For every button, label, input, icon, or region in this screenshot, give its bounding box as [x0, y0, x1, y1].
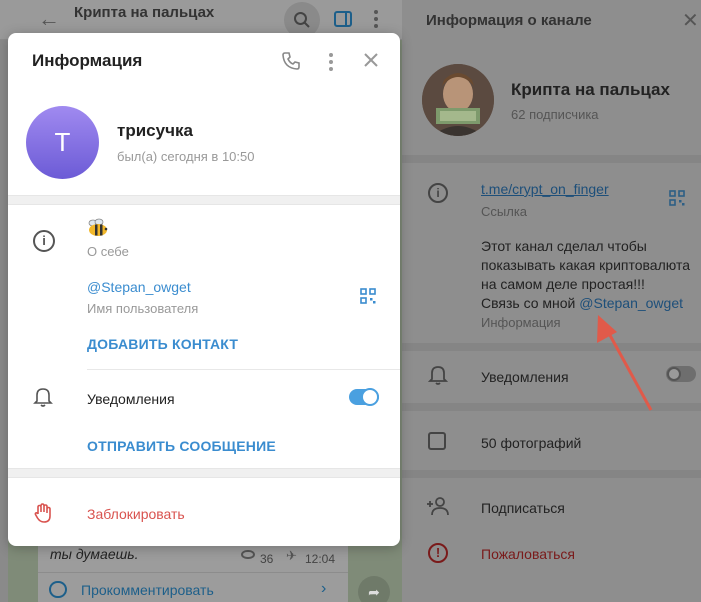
info-icon: i [33, 230, 55, 252]
channel-link[interactable]: t.me/crypt_on_finger [481, 181, 609, 197]
share-button[interactable]: ➦ [358, 576, 390, 602]
user-status: был(а) сегодня в 10:50 [117, 149, 255, 164]
more-menu-icon[interactable] [374, 10, 378, 31]
channel-notifications-label: Уведомления [481, 369, 569, 385]
comment-button[interactable]: Прокомментировать [81, 582, 214, 598]
report-icon: ! [428, 543, 448, 563]
section-divider [8, 195, 400, 205]
block-button[interactable]: Заблокировать [87, 506, 185, 522]
add-user-icon [427, 497, 449, 516]
divider [87, 369, 400, 370]
bell-icon [33, 388, 53, 407]
description-label: Информация [481, 315, 561, 330]
chat-title[interactable]: Крипта на пальцах [74, 4, 214, 21]
section-divider [402, 403, 701, 411]
user-info-dialog: Информация Т трисучка был(а) сегодня в 1… [8, 33, 400, 546]
add-contact-button[interactable]: ДОБАВИТЬ КОНТАКТ [87, 336, 238, 352]
section-divider [402, 343, 701, 351]
side-panel-toggle-icon[interactable] [334, 11, 352, 27]
info-icon: i [428, 183, 448, 203]
more-menu-icon[interactable] [329, 53, 333, 74]
channel-name: Крипта на пальцах [511, 80, 670, 99]
section-divider [8, 468, 400, 478]
subscribe-button[interactable]: Подписаться [481, 500, 565, 516]
channel-panel-title: Информация о канале [426, 12, 592, 29]
message-text: ты думаешь. [50, 546, 139, 562]
chevron-right-icon: › [321, 580, 327, 597]
username-label: Имя пользователя [87, 301, 199, 316]
back-arrow-icon[interactable]: ← [38, 8, 60, 30]
send-message-button[interactable]: ОТПРАВИТЬ СООБЩЕНИЕ [87, 438, 276, 454]
username-link[interactable]: @Stepan_owget [87, 279, 191, 295]
phone-icon[interactable] [281, 51, 301, 71]
block-hand-icon [34, 503, 51, 523]
close-icon[interactable] [362, 51, 380, 69]
channel-notifications-toggle[interactable] [666, 366, 696, 382]
channel-subscribers: 62 подписчика [511, 107, 599, 122]
message-time: 12:04 [305, 552, 336, 566]
comment-icon [49, 581, 67, 598]
close-icon[interactable]: ✕ [682, 8, 699, 33]
bee-emoji-icon [88, 218, 108, 236]
search-icon [294, 12, 310, 28]
message-divider [38, 572, 348, 573]
section-divider [402, 155, 701, 163]
notifications-label: Уведомления [87, 391, 175, 407]
chat-list-strip [0, 40, 8, 602]
message-views: 36 [260, 552, 274, 566]
pin-icon: ✈ [286, 548, 297, 563]
description-mention-link[interactable]: @Stepan_owget [579, 295, 683, 311]
channel-link-label: Ссылка [481, 204, 528, 219]
photo-icon [428, 432, 446, 450]
channel-avatar [422, 64, 494, 136]
channel-info-panel: Информация о канале ✕ Крипта на пальцах … [402, 0, 701, 602]
channel-description: Этот канал сделал чтобы показывать какая… [481, 238, 690, 311]
about-label: О себе [87, 244, 129, 259]
bell-icon [428, 366, 448, 385]
eye-icon [241, 550, 255, 559]
user-name: трисучка [117, 121, 193, 140]
notifications-toggle[interactable] [349, 388, 379, 406]
qr-code-icon[interactable] [360, 288, 376, 304]
photos-count[interactable]: 50 фотографий [481, 435, 581, 451]
avatar: Т [26, 106, 99, 179]
qr-code-icon[interactable] [669, 190, 685, 206]
dialog-title: Информация [32, 51, 143, 70]
section-divider [402, 470, 701, 478]
report-button[interactable]: Пожаловаться [481, 546, 575, 562]
